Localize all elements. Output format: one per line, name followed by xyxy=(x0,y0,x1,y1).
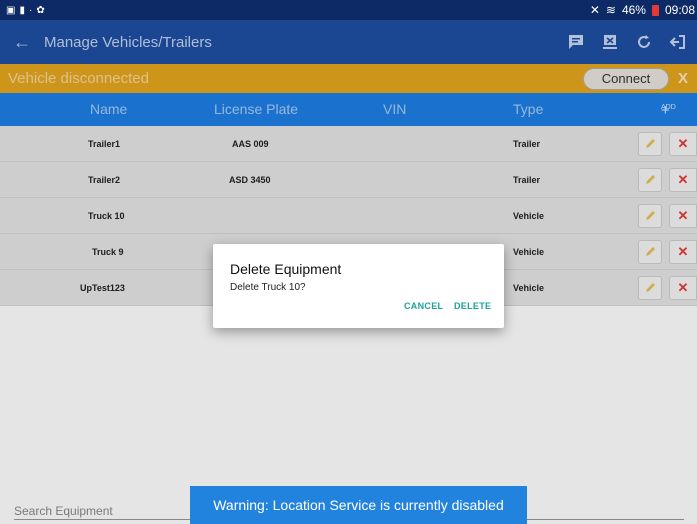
notification-icon-3: · xyxy=(28,4,33,16)
notification-icon: ▣ xyxy=(6,4,16,16)
bluetooth-icon: ✕ xyxy=(589,3,600,17)
clock: 09:08 xyxy=(664,3,695,17)
status-left-icons: ▣ ▮ · ✿ xyxy=(0,5,45,16)
dialog-title: Delete Equipment xyxy=(230,261,342,277)
status-right: ✕ ≋ 46% 09:08 xyxy=(590,3,697,17)
dialog-message: Delete Truck 10? xyxy=(230,282,306,293)
delete-button-confirm[interactable]: DELETE xyxy=(454,301,491,311)
delete-equipment-dialog: Delete Equipment Delete Truck 10? CANCEL… xyxy=(213,244,504,328)
notification-icon-2: ▮ xyxy=(19,4,25,16)
cancel-button[interactable]: CANCEL xyxy=(404,301,443,311)
battery-icon xyxy=(651,4,659,16)
location-warning-toast: Warning: Location Service is currently d… xyxy=(190,486,527,524)
sync-icon: ✿ xyxy=(36,4,45,16)
wifi-icon: ≋ xyxy=(605,3,616,17)
status-bar: ▣ ▮ · ✿ ✕ ≋ 46% 09:08 xyxy=(0,0,697,20)
battery-percent: 46% xyxy=(621,3,646,17)
